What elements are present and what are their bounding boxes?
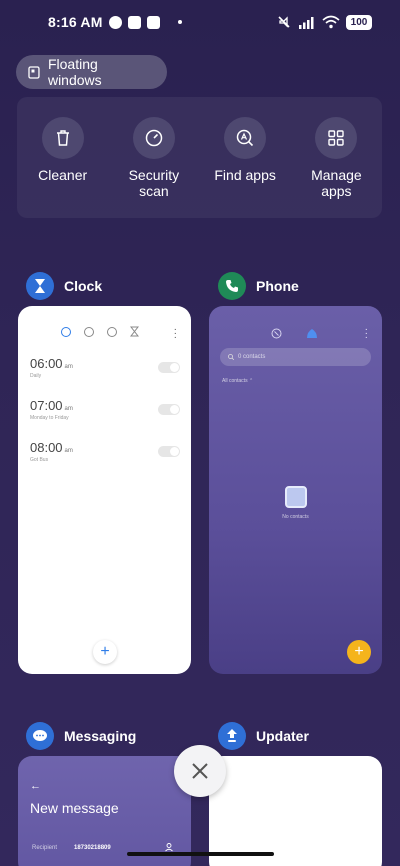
alarm-label: Got Bus [30, 457, 49, 463]
updater-icon [218, 722, 246, 750]
floating-window-icon [28, 65, 40, 79]
contacts-filter-label: All contacts [222, 378, 248, 384]
contacts-tab-icon [307, 329, 317, 338]
cleaner-label: Cleaner [38, 167, 88, 183]
grid-icon [328, 130, 345, 146]
hourglass-glyph [35, 279, 45, 293]
find-apps-button[interactable]: Find apps [205, 117, 285, 218]
security-scan-button[interactable]: Security scan [114, 117, 194, 218]
add-alarm-icon: + [93, 640, 117, 664]
dot-icon [177, 20, 182, 24]
timer-tab-icon [130, 326, 139, 337]
battery-indicator: 100 [346, 14, 372, 30]
add-contact-icon: + [347, 640, 371, 664]
manage-apps-label: Manage apps [311, 167, 362, 199]
home-indicator[interactable] [127, 852, 274, 856]
contact-card-icon [284, 486, 307, 508]
phone-app-card[interactable]: · · · 0 contacts All contacts ⌃ No contact… [209, 306, 382, 674]
alarm-time: 08:00 [30, 440, 63, 455]
app-icon [146, 15, 160, 29]
alarm-label: Monday to Friday [30, 415, 69, 421]
find-apps-icon [236, 129, 254, 147]
updater-app-header[interactable]: Updater [218, 722, 309, 750]
user-icon [165, 843, 173, 852]
security-icon-circle [132, 117, 175, 159]
alarm-label: Daily [30, 373, 42, 379]
close-icon [192, 763, 208, 779]
phone-icon [218, 272, 246, 300]
phone-app-header[interactable]: Phone [218, 272, 299, 300]
close-all-button[interactable] [174, 745, 226, 797]
clock-tabs [61, 326, 139, 337]
alarm-period: am [64, 364, 73, 370]
data-icon [108, 15, 122, 29]
gauge-icon [145, 129, 163, 147]
alarm-time: 06:00 [30, 356, 63, 371]
floating-windows-label: Floating windows [47, 56, 102, 88]
recents-tab-icon [271, 328, 282, 339]
quick-actions-panel: Cleaner Security scan Find apps Manage a… [17, 97, 382, 218]
mute-icon [278, 16, 290, 28]
chat-icon [26, 722, 54, 750]
messaging-app-card[interactable]: ← New message Recipient 18730218809 [18, 756, 191, 866]
chat-glyph [33, 730, 47, 741]
stopwatch-tab-icon [107, 326, 117, 337]
phone-app-name: Phone [256, 278, 299, 294]
clock-app-header[interactable]: Clock [26, 272, 102, 300]
clock-app-name: Clock [64, 278, 103, 294]
status-time: 8:16 AM [48, 14, 103, 30]
no-contacts-state: No contacts [209, 486, 382, 520]
floating-windows-button[interactable]: Floating windows [16, 55, 167, 89]
back-arrow-icon: ← [30, 780, 41, 792]
shield-icon [127, 15, 141, 29]
contacts-search: 0 contacts [220, 348, 371, 366]
new-message-title: New message [30, 800, 119, 816]
no-contacts-text: No contacts [282, 514, 309, 520]
alarm-period: am [64, 406, 73, 412]
recipient-number: 18730218809 [74, 845, 111, 851]
wifi-icon [322, 15, 340, 29]
signal-icon [299, 16, 314, 29]
alarm-toggle [158, 362, 180, 373]
phone-glyph [226, 280, 238, 292]
alarm-toggle [158, 404, 180, 415]
security-scan-label: Security scan [128, 167, 180, 199]
hourglass-icon [26, 272, 54, 300]
phone-tabs [271, 328, 318, 339]
alarm-time: 07:00 [30, 398, 63, 413]
status-bar: 8:16 AM 100 [0, 0, 400, 44]
contacts-filter: All contacts ⌃ [222, 378, 254, 384]
messaging-app-name: Messaging [64, 728, 137, 744]
trash-icon [56, 130, 69, 146]
world-clock-tab-icon [84, 326, 94, 337]
find-apps-label: Find apps [214, 167, 276, 183]
alarm-item: 06:00 am Daily [30, 356, 180, 379]
alarm-tab-icon [61, 326, 71, 337]
alarm-item: 07:00 am Monday to Friday [30, 398, 180, 421]
updater-glyph [227, 729, 237, 742]
messaging-app-header[interactable]: Messaging [26, 722, 136, 750]
clock-more-icon: · · · [173, 324, 177, 343]
updater-app-name: Updater [256, 728, 309, 744]
recipient-label: Recipient [32, 845, 58, 851]
clock-app-card[interactable]: · · · 06:00 am Daily 07:00 am Monday to Frid… [18, 306, 191, 674]
contacts-search-placeholder: 0 contacts [238, 354, 266, 360]
alarm-period: am [64, 448, 73, 454]
alarm-toggle [158, 446, 180, 457]
manage-apps-icon-circle [315, 117, 358, 159]
cleaner-icon-circle [41, 117, 84, 159]
alarm-item: 08:00 am Got Bus [30, 440, 180, 463]
search-icon [228, 354, 234, 360]
find-apps-icon-circle [224, 117, 267, 159]
manage-apps-button[interactable]: Manage apps [296, 117, 376, 218]
updater-app-card[interactable] [209, 756, 382, 866]
phone-more-icon: · · · [364, 324, 368, 343]
cleaner-button[interactable]: Cleaner [23, 117, 103, 218]
